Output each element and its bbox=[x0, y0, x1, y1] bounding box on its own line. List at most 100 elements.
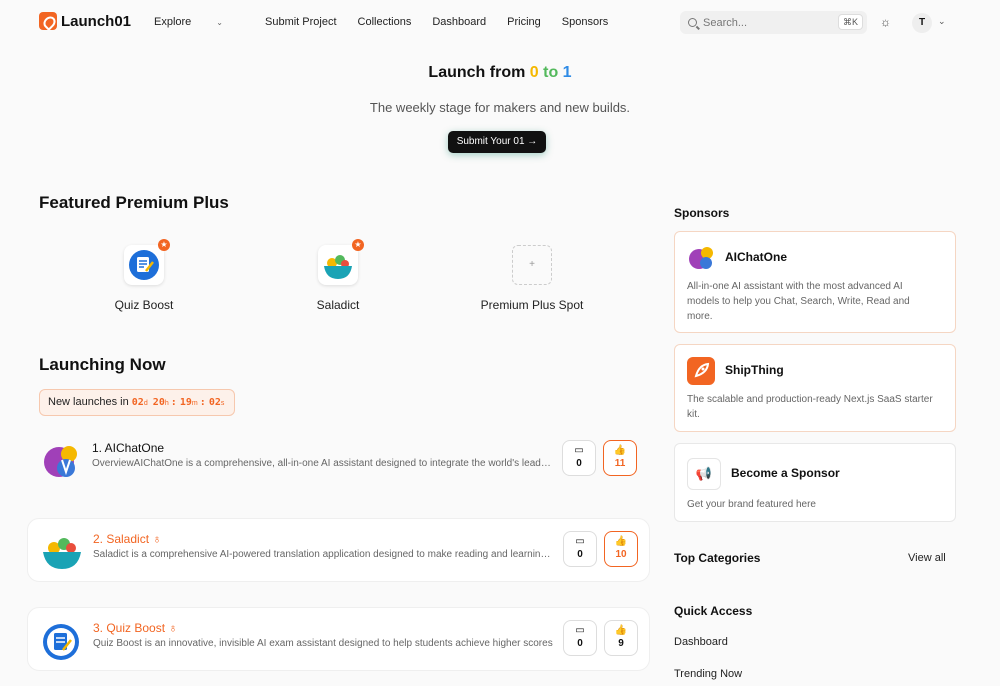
thumbs-up-icon: 👍 bbox=[614, 536, 628, 547]
upvote-button[interactable]: 👍 9 bbox=[604, 620, 638, 656]
saladict-icon bbox=[40, 531, 81, 571]
hero-title-to: to bbox=[538, 64, 563, 81]
become-a-sponsor-card[interactable]: 📢 Become a Sponsor Get your brand featur… bbox=[674, 443, 956, 522]
comment-button[interactable]: ▭ 0 bbox=[563, 620, 597, 656]
comment-button[interactable]: ▭ 0 bbox=[562, 440, 596, 476]
thumbs-up-icon: 👍 bbox=[614, 625, 628, 636]
quick-link-dashboard[interactable]: Dashboard bbox=[674, 636, 728, 648]
comment-count: 0 bbox=[577, 638, 583, 649]
sponsor-card-aichatone[interactable]: AIChatOne All-in-one AI assistant with t… bbox=[674, 231, 956, 333]
countdown-seconds: 02 bbox=[208, 397, 221, 408]
quiz-boost-icon: ★ bbox=[124, 239, 170, 285]
hero-title-one: 1 bbox=[562, 64, 572, 81]
launching-now-title: Launching Now bbox=[39, 355, 166, 374]
award-badge-icon: ♁ bbox=[152, 532, 162, 546]
launch-row[interactable]: 1. AIChatOne OverviewAIChatOne is a comp… bbox=[27, 428, 650, 492]
theme-toggle-sun-icon[interactable]: ☼ bbox=[880, 16, 892, 28]
saladict-icon: ★ bbox=[318, 239, 364, 285]
launch-row-desc: OverviewAIChatOne is a comprehensive, al… bbox=[92, 458, 552, 469]
avatar[interactable]: T bbox=[912, 13, 932, 33]
nav-pricing[interactable]: Pricing bbox=[507, 16, 541, 28]
megaphone-icon: 📢 bbox=[687, 458, 721, 490]
launch-row-title-text: 2. Saladict bbox=[93, 532, 150, 546]
comment-icon: ▭ bbox=[575, 536, 585, 547]
plus-icon: + bbox=[512, 245, 552, 285]
submit-your-01-button[interactable]: Submit Your 01 → bbox=[448, 131, 546, 153]
sponsor-name: ShipThing bbox=[725, 363, 784, 377]
comment-count: 0 bbox=[577, 549, 583, 560]
search-shortcut: ⌘K bbox=[837, 14, 863, 30]
comment-count: 0 bbox=[576, 458, 582, 469]
rocket-icon bbox=[687, 357, 715, 385]
sponsor-desc: All-in-one AI assistant with the most ad… bbox=[687, 281, 910, 322]
top-categories-title: Top Categories bbox=[674, 551, 761, 565]
countdown-hours-unit: h bbox=[164, 400, 169, 407]
launch-row-title: 3. Quiz Boost ♁ bbox=[93, 621, 177, 635]
sponsors-title: Sponsors bbox=[674, 206, 730, 220]
search-input[interactable]: Search... ⌘K bbox=[680, 11, 867, 34]
launch-row-title-text: 3. Quiz Boost bbox=[93, 621, 166, 635]
countdown-days: 02 bbox=[131, 397, 144, 408]
quick-link-trending-now[interactable]: Trending Now bbox=[674, 668, 742, 680]
featured-item-premium-plus-spot[interactable]: + Premium Plus Spot bbox=[462, 245, 602, 312]
launch-row-desc: Quiz Boost is an innovative, invisible A… bbox=[93, 638, 553, 649]
nav-explore-label: Explore bbox=[154, 16, 192, 28]
nav-sponsors[interactable]: Sponsors bbox=[562, 16, 608, 28]
sponsor-card-shipthing[interactable]: ShipThing The scalable and production-re… bbox=[674, 344, 956, 432]
star-badge-icon: ★ bbox=[352, 239, 364, 251]
chevron-down-icon[interactable]: ⌄ bbox=[938, 16, 946, 27]
hero-title-zero: 0 bbox=[529, 64, 539, 81]
launch-row-title: 1. AIChatOne bbox=[92, 441, 165, 455]
hero-title-prefix: Launch from bbox=[428, 64, 530, 81]
vote-count: 10 bbox=[615, 549, 627, 560]
featured-item-saladict[interactable]: ★ Saladict bbox=[268, 239, 408, 312]
nav-explore[interactable]: Explore ⌄ bbox=[154, 16, 244, 28]
featured-title: Featured Premium Plus bbox=[39, 193, 229, 212]
main-nav: Explore ⌄ Submit Project Collections Dash… bbox=[154, 16, 629, 28]
upvote-button[interactable]: 👍 11 bbox=[603, 440, 637, 476]
comment-icon: ▭ bbox=[575, 625, 585, 636]
logo[interactable]: Launch01 bbox=[39, 12, 131, 30]
award-badge-icon: ♁ bbox=[168, 621, 178, 635]
nav-submit-project[interactable]: Submit Project bbox=[265, 16, 337, 28]
star-badge-icon: ★ bbox=[158, 239, 170, 251]
vote-count: 9 bbox=[618, 638, 624, 649]
chevron-down-icon: ⌄ bbox=[216, 17, 223, 27]
comment-icon: ▭ bbox=[574, 445, 584, 456]
countdown-minutes: 19 bbox=[179, 397, 192, 408]
hero-title: Launch from 0 to 1 bbox=[0, 64, 1000, 82]
featured-item-quiz-boost[interactable]: ★ Quiz Boost bbox=[74, 239, 214, 312]
comment-button[interactable]: ▭ 0 bbox=[563, 531, 597, 567]
vote-count: 11 bbox=[614, 458, 626, 469]
rocket-logo-icon bbox=[39, 12, 57, 30]
featured-item-label: Saladict bbox=[316, 298, 360, 312]
countdown-hours: 20 bbox=[152, 397, 165, 408]
search-placeholder: Search... bbox=[703, 16, 748, 29]
sponsor-desc: Get your brand featured here bbox=[687, 499, 816, 510]
logo-text: Launch01 bbox=[61, 12, 132, 30]
sponsor-name: Become a Sponsor bbox=[731, 466, 840, 480]
thumbs-up-icon: 👍 bbox=[613, 445, 627, 456]
top-nav-bar: Launch01 Explore ⌄ Submit Project Collect… bbox=[0, 0, 1000, 46]
countdown-days-unit: d bbox=[143, 400, 148, 407]
countdown-label: New launches in bbox=[48, 396, 129, 408]
sponsor-desc: The scalable and production-ready Next.j… bbox=[687, 394, 933, 420]
view-all-link[interactable]: View all bbox=[908, 552, 946, 564]
search-icon bbox=[688, 18, 697, 27]
nav-dashboard[interactable]: Dashboard bbox=[432, 16, 486, 28]
launch-row[interactable]: 3. Quiz Boost ♁ Quiz Boost is an innovat… bbox=[27, 607, 650, 671]
sponsor-name: AIChatOne bbox=[725, 250, 788, 264]
aichatone-icon bbox=[687, 244, 715, 272]
hero-subtitle: The weekly stage for makers and new buil… bbox=[369, 100, 631, 115]
nav-collections[interactable]: Collections bbox=[358, 16, 412, 28]
launch-row[interactable]: 2. Saladict ♁ Saladict is a comprehensiv… bbox=[27, 518, 650, 582]
aichatone-icon bbox=[39, 440, 79, 480]
featured-item-label: Premium Plus Spot bbox=[480, 298, 584, 312]
countdown-badge: New launches in 02d 20h: 19m: 02s bbox=[39, 389, 236, 416]
featured-item-label: Quiz Boost bbox=[114, 298, 174, 312]
quick-access-title: Quick Access bbox=[674, 604, 753, 618]
upvote-button[interactable]: 👍 10 bbox=[604, 531, 638, 567]
countdown-seconds-unit: s bbox=[220, 400, 225, 407]
quiz-boost-icon bbox=[40, 620, 80, 660]
launch-row-desc: Saladict is a comprehensive AI-powered t… bbox=[93, 549, 553, 560]
